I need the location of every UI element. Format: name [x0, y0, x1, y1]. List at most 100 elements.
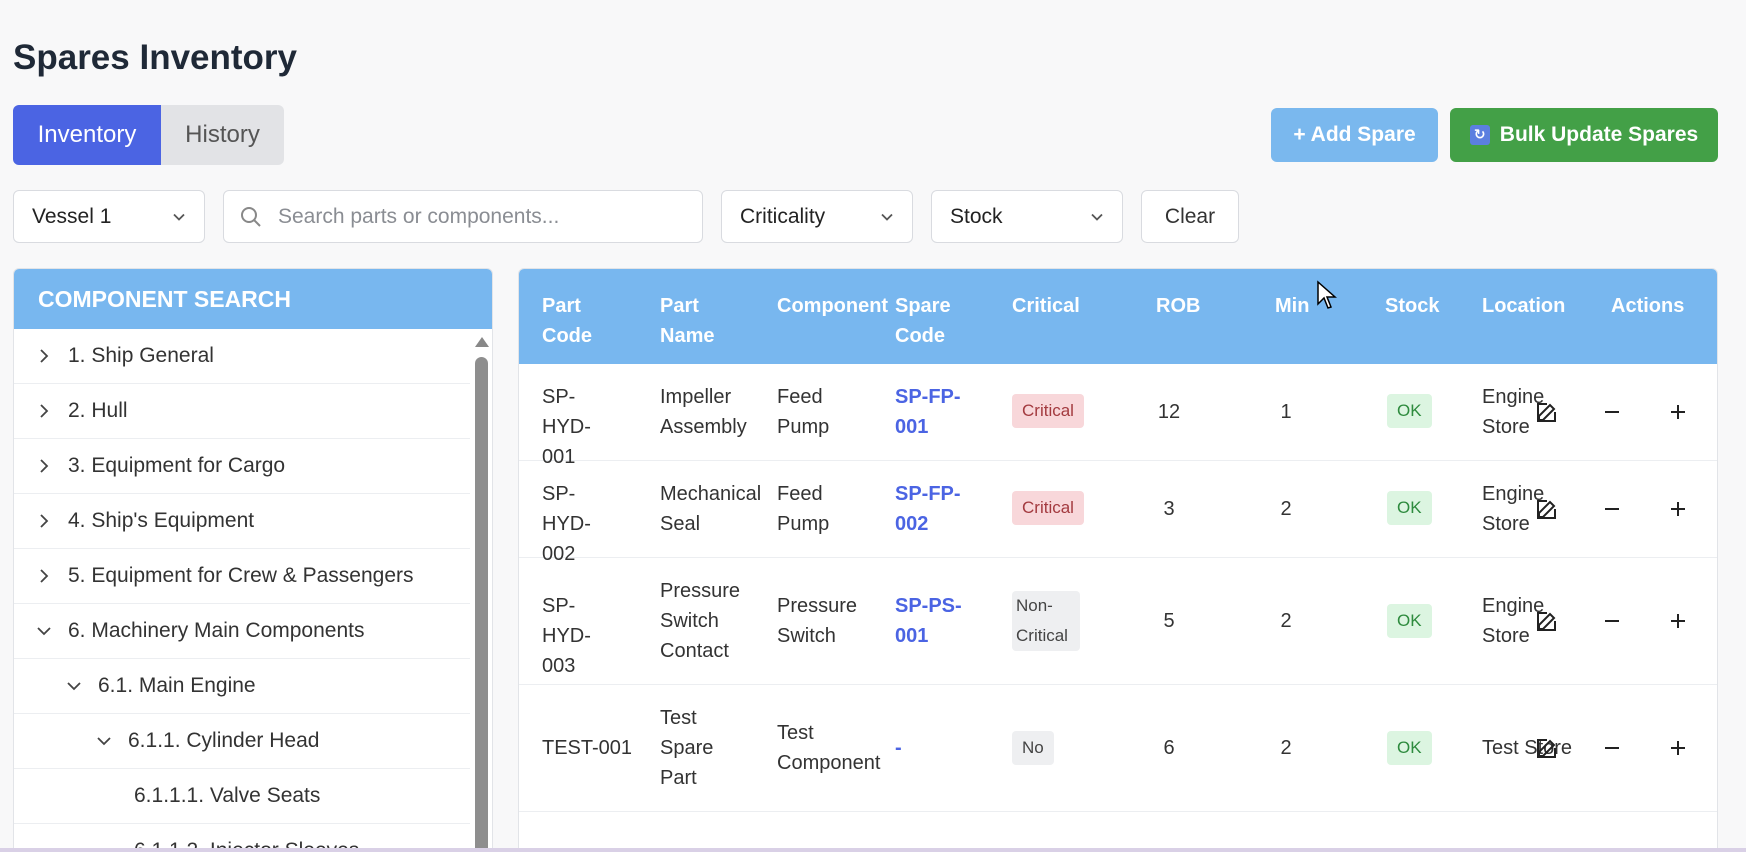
- col-rob[interactable]: ROB: [1156, 291, 1200, 321]
- col-critical[interactable]: Critical: [1012, 291, 1080, 321]
- window-bottom-edge: [0, 848, 1746, 852]
- col-part-code[interactable]: Part Code: [542, 291, 632, 351]
- tree-item[interactable]: 3. Equipment for Cargo: [14, 439, 470, 494]
- search-box: [223, 190, 703, 243]
- plus-icon[interactable]: [1666, 736, 1690, 760]
- part-code-cell: SP-HYD-002: [542, 483, 591, 565]
- minus-icon[interactable]: [1600, 400, 1624, 424]
- col-stock[interactable]: Stock: [1385, 291, 1439, 321]
- vessel-select-value: Vessel 1: [32, 204, 112, 228]
- tree-item[interactable]: 6.1.1.1. Valve Seats: [14, 769, 470, 824]
- chevron-right-icon[interactable]: [36, 568, 52, 584]
- edit-icon[interactable]: [1535, 736, 1559, 760]
- tab-history[interactable]: History: [161, 105, 284, 165]
- add-spare-button[interactable]: + Add Spare: [1271, 108, 1438, 162]
- chevron-down-icon[interactable]: [96, 733, 112, 749]
- component-cell: Feed Pump: [777, 386, 830, 438]
- chevron-down-icon[interactable]: [36, 623, 52, 639]
- tree-item[interactable]: 6.1.1. Cylinder Head: [14, 714, 470, 769]
- stock-select-value: Stock: [950, 204, 1003, 228]
- scrollbar-thumb[interactable]: [475, 357, 488, 852]
- rob-cell: 3: [1163, 498, 1175, 520]
- chevron-down-icon: [881, 213, 893, 221]
- add-spare-label: + Add Spare: [1293, 123, 1416, 146]
- tab-inventory[interactable]: Inventory: [13, 105, 161, 165]
- plus-icon[interactable]: [1666, 609, 1690, 633]
- chevron-right-icon[interactable]: [36, 348, 52, 364]
- spare-code-link[interactable]: SP-FP-001: [895, 382, 965, 442]
- table-row[interactable]: SP-HYD-001 Impeller Assembly Feed Pump S…: [519, 364, 1717, 468]
- min-cell: 1: [1280, 401, 1292, 423]
- col-location[interactable]: Location: [1482, 291, 1565, 321]
- table-header: Part Code Part Name Component Spare Code…: [519, 269, 1717, 364]
- chevron-right-icon[interactable]: [36, 403, 52, 419]
- bulk-update-spares-button[interactable]: ↻ Bulk Update Spares: [1450, 108, 1718, 162]
- tree-item[interactable]: 6.1. Main Engine: [14, 659, 470, 714]
- edit-icon[interactable]: [1535, 400, 1559, 424]
- tree-item[interactable]: 6. Machinery Main Components: [14, 604, 470, 659]
- tree-item-label: 6.1.1.1. Valve Seats: [134, 784, 321, 807]
- spare-code-link[interactable]: SP-FP-002: [895, 479, 965, 539]
- tree-item[interactable]: 1. Ship General: [14, 329, 470, 384]
- criticality-badge: Critical: [1012, 394, 1084, 428]
- tree-item-label: 1. Ship General: [68, 344, 214, 367]
- edit-icon[interactable]: [1535, 609, 1559, 633]
- spare-code-link[interactable]: SP-PS-001: [895, 591, 965, 651]
- criticality-badge: Critical: [1012, 491, 1084, 525]
- table-row[interactable]: SP-HYD-003 Pressure Switch Contact Press…: [519, 558, 1717, 685]
- component-search-header: COMPONENT SEARCH: [14, 269, 492, 329]
- tree-scrollbar[interactable]: [470, 329, 492, 852]
- component-cell: Pressure Switch: [777, 595, 858, 647]
- chevron-right-icon[interactable]: [36, 458, 52, 474]
- stock-status-badge: OK: [1387, 491, 1432, 525]
- chevron-down-icon[interactable]: [66, 678, 82, 694]
- table-row[interactable]: TEST-001 Test Spare Part Test Component …: [519, 685, 1717, 812]
- tree-item[interactable]: 4. Ship's Equipment: [14, 494, 470, 549]
- min-cell: 2: [1280, 498, 1292, 520]
- col-actions: Actions: [1611, 295, 1685, 317]
- tree-item-label: 6.1.1. Cylinder Head: [128, 729, 320, 752]
- component-cell: Feed Pump: [777, 483, 830, 535]
- page-title: Spares Inventory: [13, 38, 297, 77]
- chevron-down-icon: [173, 213, 185, 221]
- minus-icon[interactable]: [1600, 609, 1624, 633]
- mouse-cursor-icon: [1317, 280, 1337, 309]
- stock-select[interactable]: Stock: [931, 190, 1123, 243]
- criticality-select[interactable]: Criticality: [721, 190, 913, 243]
- table-row[interactable]: SP-HYD-002 Mechanical Seal Feed Pump SP-…: [519, 461, 1717, 565]
- tree-item[interactable]: 2. Hull: [14, 384, 470, 439]
- plus-icon[interactable]: [1666, 497, 1690, 521]
- clear-button[interactable]: Clear: [1141, 190, 1239, 243]
- scroll-up-arrow-icon[interactable]: [475, 337, 489, 347]
- col-part-name[interactable]: Part Name: [660, 291, 750, 351]
- min-cell: 2: [1280, 737, 1292, 759]
- stock-status-badge: OK: [1387, 604, 1432, 638]
- criticality-badge: Non-Critical: [1012, 591, 1080, 651]
- rob-cell: 6: [1163, 737, 1175, 759]
- edit-icon[interactable]: [1535, 497, 1559, 521]
- tree-item-label: 6. Machinery Main Components: [68, 619, 365, 642]
- chevron-down-icon: [1091, 213, 1103, 221]
- minus-icon[interactable]: [1600, 736, 1624, 760]
- tree-item[interactable]: 5. Equipment for Crew & Passengers: [14, 549, 470, 604]
- plus-icon[interactable]: [1666, 400, 1690, 424]
- component-cell: Test Component: [777, 722, 881, 774]
- criticality-badge: No: [1012, 731, 1054, 765]
- tree-item-label: 5. Equipment for Crew & Passengers: [68, 564, 414, 587]
- clear-label: Clear: [1164, 204, 1216, 228]
- component-tree: 1. Ship General 2. Hull 3. Equipment for…: [14, 329, 492, 852]
- chevron-right-icon[interactable]: [36, 513, 52, 529]
- refresh-icon: ↻: [1469, 125, 1490, 145]
- search-input[interactable]: [278, 204, 658, 229]
- col-spare-code[interactable]: Spare Code: [895, 291, 975, 351]
- part-name-cell: Mechanical Seal: [660, 483, 762, 535]
- col-min[interactable]: Min: [1275, 291, 1309, 321]
- col-component[interactable]: Component: [777, 291, 897, 321]
- part-code-cell: SP-HYD-001: [542, 386, 591, 468]
- tree-item-label: 6.1. Main Engine: [98, 674, 256, 697]
- part-code-cell: TEST-001: [542, 737, 633, 759]
- vessel-select[interactable]: Vessel 1: [13, 190, 205, 243]
- spare-code-link[interactable]: -: [895, 733, 965, 763]
- minus-icon[interactable]: [1600, 497, 1624, 521]
- component-search-panel: COMPONENT SEARCH 1. Ship General 2. Hull…: [13, 268, 493, 852]
